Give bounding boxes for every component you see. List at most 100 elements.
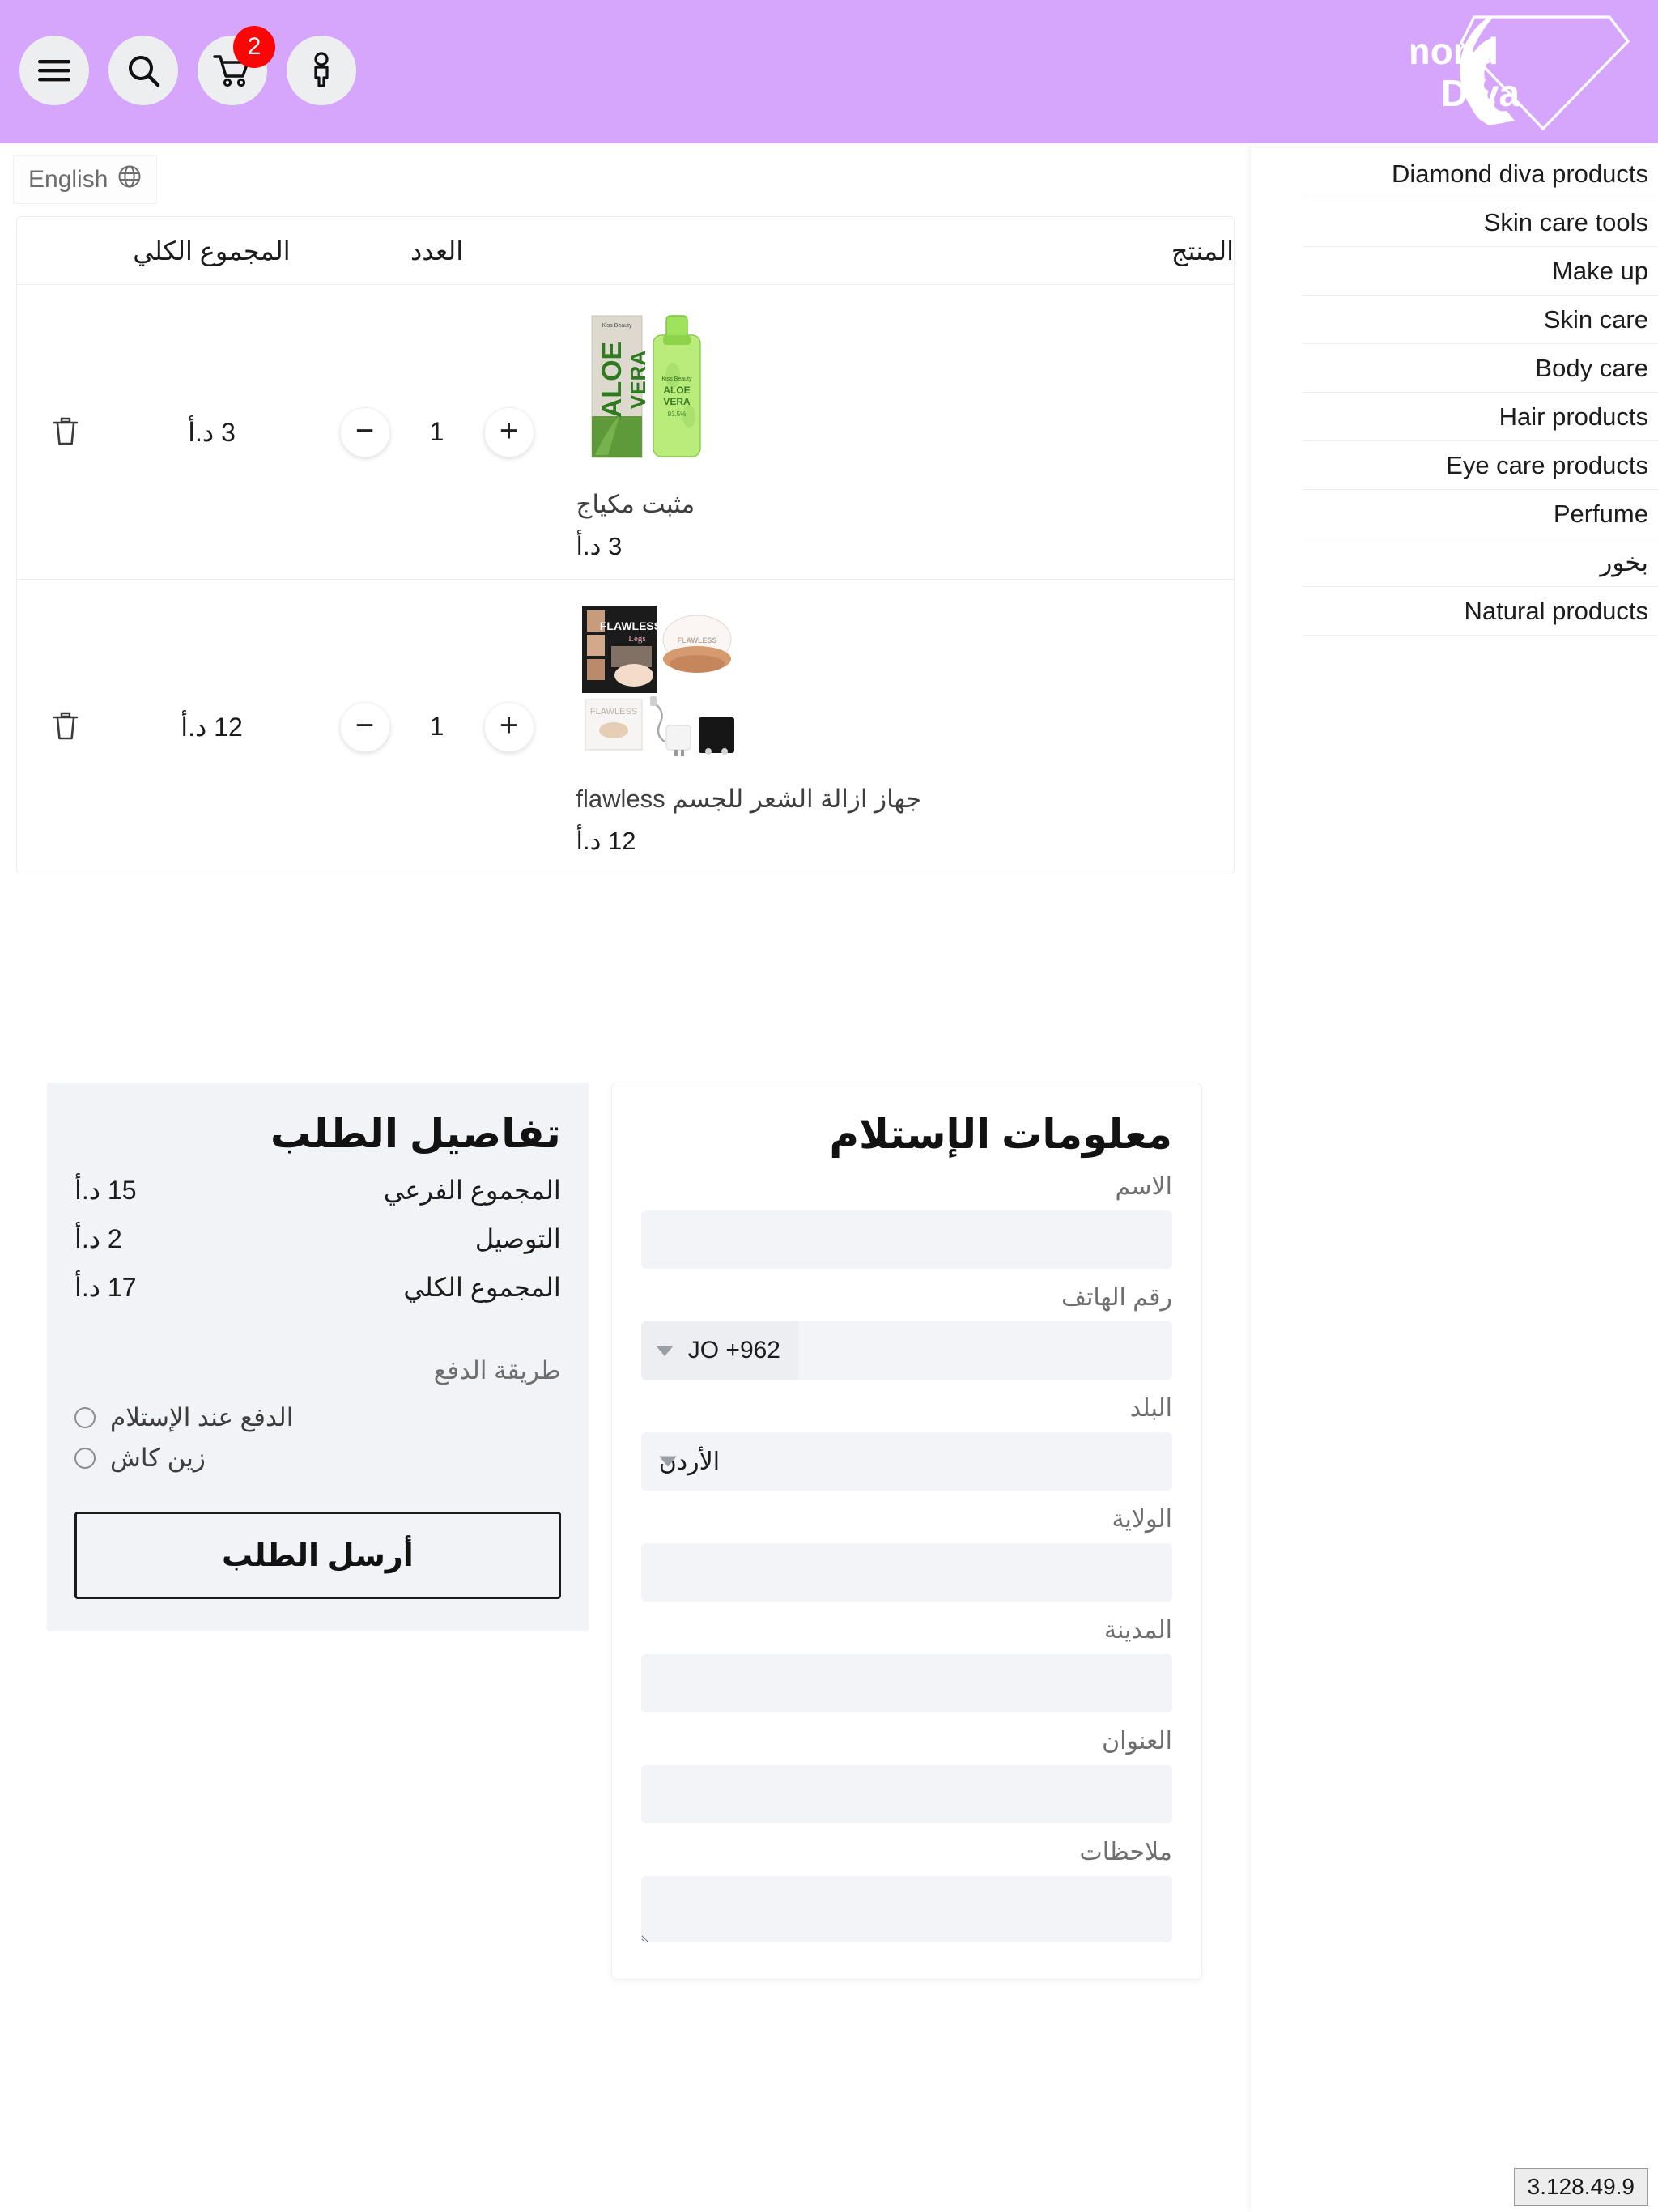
payment-method-title: طريقة الدفع	[433, 1356, 561, 1385]
subtotal-row: المجموع الفرعي 15 د.أ	[74, 1175, 561, 1206]
svg-text:ALOE: ALOE	[664, 385, 691, 396]
sidebar-item-label: Diamond diva products	[1391, 159, 1648, 188]
quantity-stepper: − 1 +	[309, 701, 565, 752]
sidebar-item-label: Hair products	[1499, 402, 1648, 431]
svg-text:93.5%: 93.5%	[668, 410, 687, 418]
sidebar-item-bakhour[interactable]: بخور	[1303, 538, 1658, 587]
cart-button[interactable]: 2	[198, 26, 275, 105]
svg-text:ALOE: ALOE	[597, 342, 627, 418]
table-row: Kiss Beauty ALOE VERA Kiss Beauty ALOE V…	[17, 285, 1234, 580]
phone-field-label: رقم الهاتف	[1061, 1284, 1172, 1311]
ip-address-badge: 3.128.49.9	[1513, 2168, 1648, 2206]
site-logo[interactable]: Diamond Diva	[1407, 2, 1642, 139]
sidebar-item-body-care[interactable]: Body care	[1303, 344, 1658, 393]
sidebar-item-label: Perfume	[1553, 499, 1648, 528]
grand-total-row: المجموع الكلي 17 د.أ	[74, 1272, 561, 1303]
language-switcher[interactable]: English	[13, 155, 158, 204]
top-header-bar: 2 Diamond Diva	[0, 0, 1658, 143]
delete-item-button[interactable]	[46, 410, 85, 454]
country-code-select[interactable]: JO +962	[640, 1321, 798, 1380]
phone-input-group: JO +962	[640, 1321, 1172, 1380]
logo-text-diva: Diva	[1441, 72, 1520, 114]
phone-number-input[interactable]	[798, 1321, 1172, 1380]
sidebar-item-hair-products[interactable]: Hair products	[1303, 393, 1658, 441]
search-icon	[125, 53, 161, 88]
cart-item-delete-cell	[17, 410, 114, 454]
header-nav-icons: 2	[19, 26, 356, 105]
svg-text:FLAWLESS: FLAWLESS	[678, 636, 717, 644]
subtotal-label: المجموع الفرعي	[383, 1176, 561, 1205]
shipping-information-panel: معلومات الإستلام الاسم رقم الهاتف JO +96…	[610, 1083, 1202, 1980]
sidebar-item-eye-care-products[interactable]: Eye care products	[1303, 441, 1658, 490]
cart-item-name[interactable]: مثبت مكياج	[576, 490, 695, 519]
quantity-value: 1	[429, 417, 444, 446]
city-field-label: المدينة	[1103, 1617, 1172, 1644]
svg-text:VERA: VERA	[626, 351, 650, 409]
user-account-icon	[308, 52, 335, 89]
payment-option-zain-cash[interactable]: زين كاش	[74, 1444, 561, 1473]
address-input[interactable]	[640, 1765, 1172, 1823]
table-row: FLAWLESS Legs FLAWLESS FLAWLESS جهاز ازا…	[17, 580, 1234, 874]
decrease-quantity-button[interactable]: −	[339, 701, 390, 752]
sidebar-item-label: Skin care	[1543, 304, 1648, 334]
cart-item-product-cell: Kiss Beauty ALOE VERA Kiss Beauty ALOE V…	[564, 285, 1234, 579]
trash-icon	[51, 417, 80, 449]
sidebar-item-label: Skin care tools	[1483, 207, 1648, 236]
svg-text:Kiss Beauty: Kiss Beauty	[602, 323, 632, 329]
delivery-value: 2 د.أ	[74, 1224, 122, 1253]
search-button[interactable]	[108, 36, 178, 105]
grand-total-value: 17 د.أ	[74, 1273, 137, 1302]
sidebar-item-diamond-diva-products[interactable]: Diamond diva products	[1303, 150, 1658, 198]
payment-option-label: الدفع عند الإستلام	[110, 1403, 294, 1431]
radio-button-icon[interactable]	[74, 1407, 96, 1428]
increase-quantity-button[interactable]: +	[483, 406, 534, 457]
radio-button-icon[interactable]	[74, 1448, 96, 1469]
cart-item-price: 12 د.أ	[576, 827, 636, 855]
cart-item-price: 3 د.أ	[576, 532, 623, 560]
product-image-aloe-vera-makeup-fix: Kiss Beauty ALOE VERA Kiss Beauty ALOE V…	[576, 303, 742, 469]
decrease-quantity-button[interactable]: −	[339, 406, 390, 457]
sidebar-item-label: Natural products	[1464, 596, 1648, 625]
delete-item-button[interactable]	[46, 704, 85, 749]
svg-text:VERA: VERA	[664, 396, 691, 407]
sidebar-item-skin-care[interactable]: Skin care	[1303, 296, 1658, 344]
delivery-label: التوصيل	[474, 1224, 561, 1253]
column-header-quantity: العدد	[410, 236, 464, 266]
menu-button[interactable]	[19, 36, 89, 105]
sidebar-item-perfume[interactable]: Perfume	[1303, 490, 1658, 538]
sidebar-item-label: Eye care products	[1446, 450, 1648, 479]
state-input[interactable]	[640, 1543, 1172, 1602]
address-field-label: العنوان	[1102, 1728, 1172, 1755]
sidebar-item-make-up[interactable]: Make up	[1303, 247, 1658, 296]
cart-item-name[interactable]: جهاز ازالة الشعر للجسم flawless	[576, 785, 921, 814]
state-field-label: الولاية	[1112, 1506, 1172, 1533]
sidebar-item-label: Body care	[1535, 353, 1648, 382]
notes-textarea[interactable]	[640, 1876, 1172, 1942]
notes-field-label: ملاحظات	[1079, 1839, 1172, 1865]
main-content: المنتج العدد المجموع الكلي Kiss Beauty A…	[0, 143, 1251, 2212]
cart-table: المنتج العدد المجموع الكلي Kiss Beauty A…	[16, 216, 1235, 874]
trash-icon	[51, 712, 80, 744]
country-select[interactable]: الأردن	[640, 1432, 1172, 1491]
svg-text:Legs: Legs	[629, 634, 646, 644]
category-sidebar: Diamond diva products Skin care tools Ma…	[1251, 143, 1658, 2212]
chevron-down-icon	[655, 1345, 674, 1356]
chevron-down-icon	[658, 1456, 677, 1467]
increase-quantity-button[interactable]: +	[483, 701, 534, 752]
grand-total-label: المجموع الكلي	[403, 1273, 561, 1302]
cart-count-badge: 2	[233, 26, 275, 68]
country-field-label: البلد	[1129, 1395, 1172, 1422]
quantity-value: 1	[429, 712, 444, 741]
subtotal-value: 15 د.أ	[74, 1176, 137, 1205]
delivery-row: التوصيل 2 د.أ	[74, 1223, 561, 1254]
order-details-panel: تفاصيل الطلب المجموع الفرعي 15 د.أ التوص…	[47, 1083, 589, 1631]
name-input[interactable]	[640, 1210, 1172, 1269]
country-code-value: JO +962	[687, 1337, 780, 1363]
sidebar-item-skin-care-tools[interactable]: Skin care tools	[1303, 198, 1658, 247]
payment-option-cash-on-delivery[interactable]: الدفع عند الإستلام	[74, 1403, 561, 1432]
account-button[interactable]	[287, 36, 356, 105]
sidebar-item-natural-products[interactable]: Natural products	[1303, 587, 1658, 636]
cart-item-line-total: 3 د.أ	[188, 417, 236, 447]
submit-order-button[interactable]: أرسل الطلب	[74, 1512, 561, 1599]
city-input[interactable]	[640, 1654, 1172, 1712]
